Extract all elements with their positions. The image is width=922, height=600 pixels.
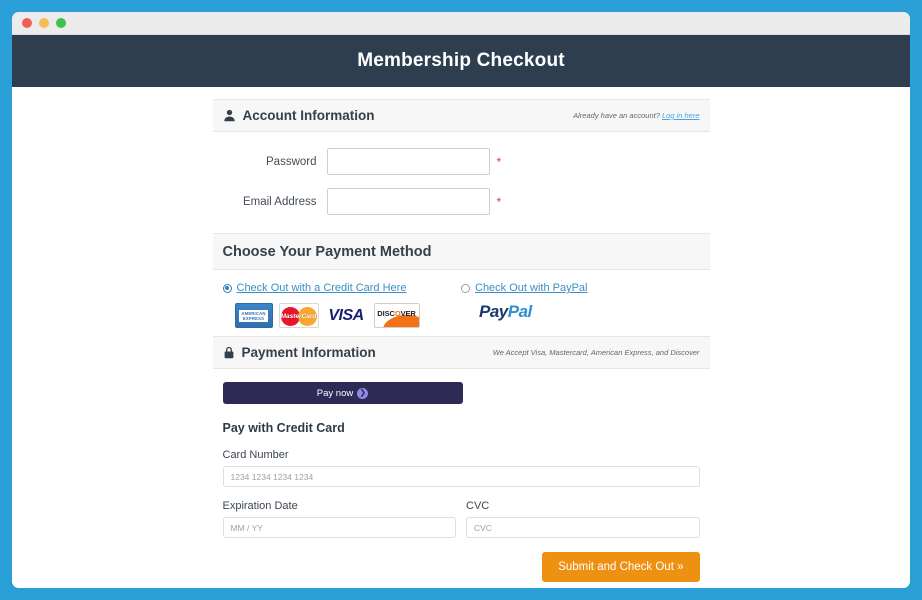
credit-card-option-label[interactable]: Check Out with a Credit Card Here — [237, 282, 407, 294]
card-number-block: Card Number — [222, 449, 700, 487]
visa-logo: VISA — [324, 303, 368, 328]
paypal-radio[interactable] — [461, 283, 470, 293]
lock-icon — [223, 346, 235, 359]
checkout-form: Account Information Already have an acco… — [212, 87, 710, 588]
paypal-logo-part1: Pay — [479, 302, 508, 321]
submit-and-check-out-button[interactable]: Submit and Check Out » — [542, 552, 700, 582]
email-label: Email Address — [242, 195, 317, 208]
expiration-date-label: Expiration Date — [222, 500, 298, 512]
cvc-input[interactable] — [466, 517, 700, 538]
pay-now-button[interactable]: Pay now ❯ — [222, 382, 463, 404]
discover-logo: DISCOVER — [373, 303, 420, 328]
account-header-left: Account Information — [223, 108, 375, 123]
user-icon — [223, 109, 236, 122]
pay-with-credit-card-title: Pay with Credit Card — [222, 421, 345, 435]
payment-method-title: Choose Your Payment Method — [222, 243, 432, 260]
password-row: Password * — [213, 148, 710, 175]
submit-row: Submit and Check Out » — [223, 552, 700, 588]
password-input[interactable] — [326, 148, 490, 175]
credit-card-option[interactable]: Check Out with a Credit Card Here — [222, 282, 462, 294]
payment-method-body: Check Out with a Credit Card Here AMERIC… — [213, 270, 710, 336]
expiry-cvc-row: Expiration Date CVC — [222, 500, 700, 538]
account-information-title: Account Information — [242, 108, 375, 123]
email-input[interactable] — [326, 188, 490, 215]
payment-information-title: Payment Information — [241, 345, 376, 360]
paypal-option-column: Check Out with PayPal PayPal — [461, 282, 700, 328]
cvc-label: CVC — [466, 500, 490, 512]
email-row: Email Address * — [213, 188, 710, 215]
discover-wordmark: DISCOVER — [377, 309, 415, 318]
chevron-right-icon: ❯ — [357, 387, 369, 399]
checkout-content: Account Information Already have an acco… — [12, 87, 910, 588]
visa-wordmark: VISA — [328, 306, 364, 324]
discover-text-before: DISC — [377, 309, 395, 318]
password-label: Password — [266, 155, 317, 168]
amex-line2: EXPRESS — [242, 315, 265, 321]
credit-card-radio[interactable] — [222, 283, 232, 293]
card-number-input[interactable] — [222, 466, 700, 487]
amex-line1: AMERICAN — [241, 310, 266, 316]
payment-method-options: Check Out with a Credit Card Here AMERIC… — [222, 282, 700, 328]
password-required-marker: * — [496, 154, 502, 169]
payment-method-header: Choose Your Payment Method — [212, 233, 710, 270]
card-number-label: Card Number — [222, 449, 289, 461]
paypal-logo-part2: Pal — [507, 302, 533, 321]
accepted-cards-note: We Accept Visa, Mastercard, American Exp… — [492, 348, 700, 357]
credit-card-option-column: Check Out with a Credit Card Here AMERIC… — [222, 282, 462, 328]
cvc-block: CVC — [466, 500, 700, 538]
account-information-header: Account Information Already have an acco… — [212, 99, 710, 132]
maximize-window-button[interactable] — [56, 18, 66, 28]
discover-text-after: VER — [400, 309, 416, 318]
browser-window: Membership Checkout Account Information … — [12, 12, 910, 588]
paypal-logo: PayPal — [461, 302, 700, 322]
minimize-window-button[interactable] — [39, 18, 49, 28]
expiration-block: Expiration Date — [222, 500, 456, 538]
expiration-date-input[interactable] — [222, 517, 456, 538]
account-fields: Password * Email Address * — [213, 132, 710, 233]
payment-header-left: Payment Information — [223, 345, 376, 360]
page-title: Membership Checkout — [357, 50, 565, 71]
page-header: Membership Checkout — [12, 35, 910, 87]
login-note-text: Already have an account? — [573, 111, 660, 120]
paypal-option-label[interactable]: Check Out with PayPal — [475, 282, 588, 294]
paypal-option[interactable]: Check Out with PayPal — [461, 282, 700, 294]
mastercard-wordmark: MasterCard — [280, 313, 317, 320]
payment-information-body: Pay now ❯ Pay with Credit Card Card Numb… — [213, 369, 710, 588]
close-window-button[interactable] — [22, 18, 32, 28]
pay-now-label: Pay now — [316, 387, 354, 399]
american-express-logo: AMERICAN EXPRESS — [234, 303, 273, 328]
mastercard-logo: MasterCard — [278, 303, 319, 328]
log-in-here-link[interactable]: Log in here — [662, 111, 700, 120]
login-note: Already have an account? Log in here — [573, 111, 699, 120]
window-titlebar — [12, 12, 910, 35]
accepted-card-logos: AMERICAN EXPRESS MasterCard VISA DISCOVE… — [234, 303, 462, 328]
payment-information-header: Payment Information We Accept Visa, Mast… — [212, 336, 710, 369]
email-required-marker: * — [496, 194, 502, 209]
